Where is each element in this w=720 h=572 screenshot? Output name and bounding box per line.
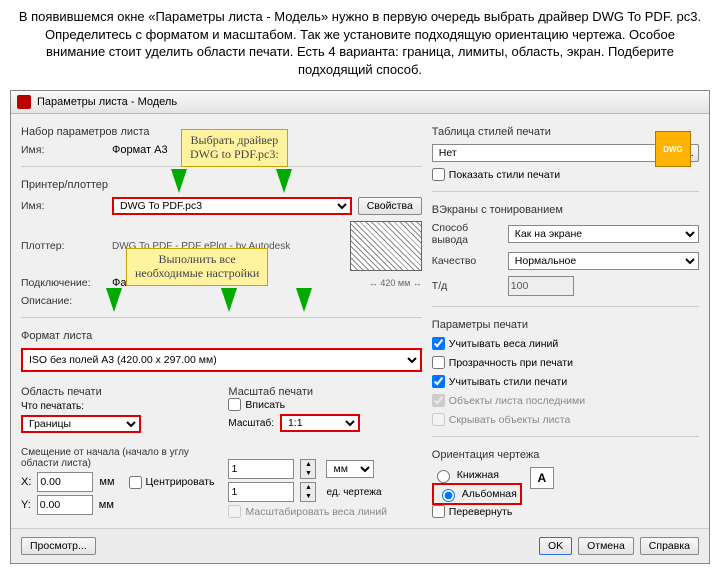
group-shaded-viewports: ВЭкраны с тонированием bbox=[432, 204, 699, 216]
group-page-setup: Набор параметров листа bbox=[21, 126, 422, 138]
where-label: Подключение: bbox=[21, 277, 106, 289]
y-input[interactable] bbox=[37, 495, 93, 515]
name-label: Имя: bbox=[21, 144, 106, 156]
show-styles-checkbox[interactable]: Показать стили печати bbox=[432, 168, 699, 181]
printer-name-label: Имя: bbox=[21, 200, 106, 212]
desc-label: Описание: bbox=[21, 295, 106, 307]
name-value: Формат А3 bbox=[112, 144, 168, 156]
center-checkbox[interactable]: Центрировать bbox=[129, 476, 215, 489]
y-unit: мм bbox=[99, 499, 114, 511]
upside-down-checkbox[interactable]: Перевернуть bbox=[432, 505, 522, 518]
opt-transparency-checkbox[interactable]: Прозрачность при печати bbox=[432, 356, 699, 369]
drawing-units-label: ед. чертежа bbox=[326, 487, 381, 498]
scale-lw-checkbox[interactable]: Масштабировать веса линий bbox=[228, 505, 421, 518]
scale-unit-select[interactable]: мм bbox=[326, 460, 374, 478]
x-label: X: bbox=[21, 476, 31, 488]
dialog-window: Параметры листа - Модель DWG Выбрать дра… bbox=[10, 90, 710, 564]
plot-area-label: Что печатать: bbox=[21, 401, 214, 412]
group-plot-area: Область печати bbox=[21, 386, 214, 398]
shade-way-label: Способ вывода bbox=[432, 222, 502, 246]
quality-label: Качество bbox=[432, 255, 502, 267]
plotter-label: Плоттер: bbox=[21, 240, 106, 252]
orientation-preview-icon: A bbox=[530, 467, 554, 489]
printer-select[interactable]: DWG To PDF.pc3 bbox=[112, 197, 352, 215]
group-scale: Масштаб печати bbox=[228, 386, 421, 398]
scale-mm-input[interactable] bbox=[228, 459, 294, 479]
size-hint: ↔ 420 мм ↔ bbox=[369, 278, 422, 288]
x-unit: мм bbox=[99, 476, 114, 488]
titlebar: Параметры листа - Модель bbox=[11, 91, 709, 114]
opt-hide-paperspace-checkbox: Скрывать объекты листа bbox=[432, 413, 699, 426]
button-bar: Просмотр... OK Отмена Справка bbox=[11, 528, 709, 563]
dpi-label: Т/д bbox=[432, 280, 502, 292]
paper-preview-icon bbox=[350, 221, 422, 271]
group-offset: Смещение от начала (начало в углу област… bbox=[21, 447, 214, 469]
instruction-text: В появившемся окне «Параметры листа - Мо… bbox=[0, 0, 720, 86]
app-icon bbox=[17, 95, 31, 109]
spinner-arrows[interactable]: ▲▼ bbox=[300, 459, 316, 479]
fit-checkbox[interactable]: Вписать bbox=[228, 398, 421, 411]
portrait-radio[interactable]: Книжная bbox=[432, 467, 522, 483]
plot-style-select[interactable]: Нет bbox=[432, 144, 673, 162]
plotter-value: DWG To PDF - PDF ePlot - by Autodesk bbox=[112, 241, 290, 252]
properties-button[interactable]: Свойства bbox=[358, 197, 422, 215]
opt-plotstyles-checkbox[interactable]: Учитывать стили печати bbox=[432, 375, 699, 388]
group-plot-options: Параметры печати bbox=[432, 319, 699, 331]
landscape-radio[interactable]: Альбомная bbox=[432, 483, 522, 505]
group-paper-format: Формат листа bbox=[21, 330, 422, 342]
opt-lineweights-checkbox[interactable]: Учитывать веса линий bbox=[432, 337, 699, 350]
group-orientation: Ориентация чертежа bbox=[432, 449, 699, 461]
dpi-input bbox=[508, 276, 574, 296]
opt-paperspace-last-checkbox: Объекты листа последними bbox=[432, 394, 699, 407]
where-value: Файл bbox=[112, 277, 139, 289]
scale-select[interactable]: 1:1 bbox=[280, 414, 360, 432]
plot-area-select[interactable]: Границы bbox=[21, 415, 141, 433]
paper-format-select[interactable]: ISO без полей A3 (420.00 x 297.00 мм) bbox=[21, 348, 422, 372]
scale-du-input[interactable] bbox=[228, 482, 294, 502]
dwg-badge-icon: DWG bbox=[655, 131, 691, 167]
x-input[interactable] bbox=[37, 472, 93, 492]
group-printer: Принтер/плоттер bbox=[21, 179, 422, 191]
spinner-arrows[interactable]: ▲▼ bbox=[300, 482, 316, 502]
shade-way-select[interactable]: Как на экране bbox=[508, 225, 699, 243]
quality-select[interactable]: Нормальное bbox=[508, 252, 699, 270]
scale-label: Масштаб: bbox=[228, 418, 274, 429]
y-label: Y: bbox=[21, 499, 31, 511]
window-title: Параметры листа - Модель bbox=[37, 96, 177, 108]
